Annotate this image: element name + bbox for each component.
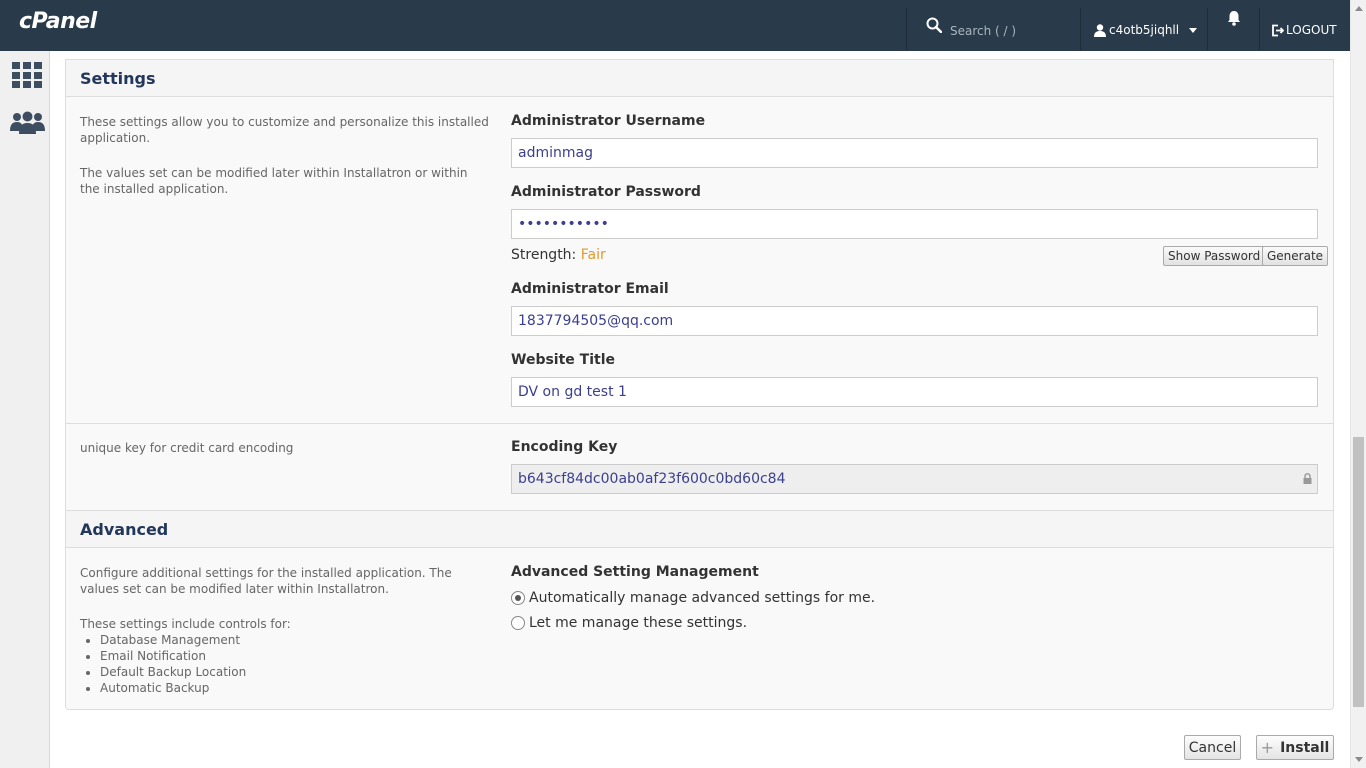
divider [1207, 8, 1208, 51]
install-label: Install [1280, 739, 1330, 756]
advanced-description: Configure additional settings for the in… [80, 565, 490, 696]
password-strength: Strength: Fair [511, 247, 606, 263]
advanced-section-header: Advanced [66, 510, 1333, 548]
users-icon[interactable] [10, 111, 45, 135]
divider [1080, 8, 1081, 51]
settings-section-header: Settings [66, 59, 1333, 97]
search-icon [926, 17, 942, 33]
website-title-label: Website Title [511, 352, 615, 368]
encoding-key-description: unique key for credit card encoding [80, 441, 294, 455]
logout-button[interactable]: LOGOUT [1271, 23, 1337, 37]
list-item: Default Backup Location [100, 664, 490, 680]
settings-desc-1: These settings allow you to customize an… [80, 115, 489, 145]
scroll-down-arrow-icon[interactable] [1355, 757, 1363, 762]
top-navigation-bar: cPanel c4otb5jiqhll LOGOUT [0, 0, 1350, 51]
encoding-key-label: Encoding Key [511, 439, 618, 455]
settings-description: These settings allow you to customize an… [80, 114, 490, 216]
admin-username-input[interactable] [511, 138, 1318, 168]
advanced-management-label: Advanced Setting Management [511, 564, 759, 580]
list-item: Database Management [100, 632, 490, 648]
chevron-down-icon [1189, 27, 1198, 33]
show-password-button[interactable]: Show Password [1163, 246, 1266, 266]
settings-heading: Settings [80, 69, 156, 88]
install-settings-panel: Settings These settings allow you to cus… [65, 59, 1334, 710]
search-input[interactable] [950, 21, 1070, 41]
divider [1259, 8, 1260, 51]
install-button[interactable]: + Install [1256, 735, 1334, 760]
list-item: Email Notification [100, 648, 490, 664]
username-label: c4otb5jiqhll [1109, 23, 1180, 37]
strength-value: Fair [580, 247, 606, 263]
encoding-key-input[interactable] [511, 464, 1318, 494]
admin-email-label: Administrator Email [511, 281, 669, 297]
list-item: Automatic Backup [100, 680, 490, 696]
logout-label: LOGOUT [1286, 23, 1337, 37]
auto-manage-label: Automatically manage advanced settings f… [529, 590, 876, 606]
advanced-heading: Advanced [80, 520, 169, 539]
admin-username-label: Administrator Username [511, 113, 706, 129]
settings-desc-2: The values set can be modified later wit… [80, 166, 468, 196]
user-menu[interactable]: c4otb5jiqhll [1094, 23, 1198, 37]
logout-icon [1272, 24, 1284, 36]
advanced-desc-2: These settings include controls for: [80, 617, 291, 631]
auto-manage-option[interactable]: Automatically manage advanced settings f… [511, 590, 875, 606]
manual-manage-label: Let me manage these settings. [529, 615, 748, 631]
cpanel-logo[interactable]: cPanel [19, 9, 97, 34]
manual-manage-option[interactable]: Let me manage these settings. [511, 615, 747, 631]
website-title-input[interactable] [511, 377, 1318, 407]
advanced-desc-1: Configure additional settings for the in… [80, 566, 452, 596]
page-scrollbar[interactable] [1350, 0, 1366, 768]
divider [66, 423, 1333, 424]
plus-icon: + [1260, 738, 1275, 757]
notification-bell-icon[interactable] [1226, 10, 1242, 26]
strength-label: Strength: [511, 247, 577, 263]
scrollbar-thumb[interactable] [1353, 437, 1364, 707]
generate-password-button[interactable]: Generate [1262, 246, 1329, 266]
manual-manage-radio[interactable] [511, 616, 525, 630]
admin-password-input[interactable] [511, 209, 1318, 239]
admin-email-input[interactable] [511, 306, 1318, 336]
sidebar [0, 51, 50, 768]
lock-icon [1303, 473, 1312, 484]
scroll-up-arrow-icon[interactable] [1355, 6, 1363, 11]
cancel-button[interactable]: Cancel [1184, 735, 1241, 760]
admin-password-label: Administrator Password [511, 184, 701, 200]
auto-manage-radio[interactable] [511, 591, 525, 605]
user-icon [1094, 23, 1106, 37]
advanced-controls-list: Database Management Email Notification D… [100, 632, 490, 696]
apps-grid-icon[interactable] [12, 62, 42, 88]
divider [906, 8, 907, 51]
